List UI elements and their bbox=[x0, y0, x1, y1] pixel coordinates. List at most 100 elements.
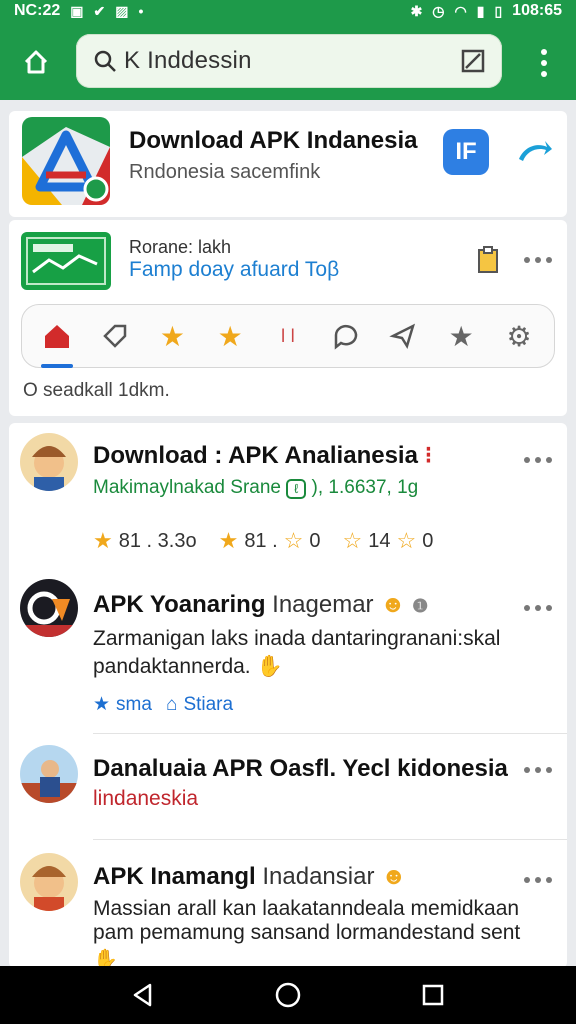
post-body-line: pandaktannerda. ✋ bbox=[93, 655, 283, 678]
tab-send[interactable] bbox=[383, 316, 423, 356]
star-icon: ★ bbox=[93, 528, 113, 553]
search-icon bbox=[94, 50, 116, 72]
post-more-button[interactable] bbox=[524, 875, 552, 885]
star-outline-icon: ☆ bbox=[342, 528, 363, 553]
promo-link[interactable]: Famp doay afuard Toβ bbox=[129, 258, 339, 282]
status-time-right: 108:65 bbox=[512, 2, 562, 19]
divider bbox=[93, 733, 567, 734]
menu-dot-icon bbox=[541, 48, 547, 55]
gear-icon: ⚙ bbox=[506, 320, 532, 352]
star-outline-icon: ☆ bbox=[396, 528, 417, 553]
post-title: APK Inamangl Inadansiar ☻ bbox=[93, 863, 407, 890]
category-icon-bar: ★ ★ ǀ ǀ ★ ⚙ bbox=[21, 304, 555, 368]
hands-icon: ✋ bbox=[256, 655, 283, 678]
tab-divider: ǀ ǀ bbox=[268, 316, 308, 356]
app-logo bbox=[22, 117, 110, 205]
app-card[interactable]: Download APK Indanesia Rndonesia sacemfi… bbox=[9, 111, 567, 217]
share-icon[interactable] bbox=[517, 139, 553, 165]
rating-row: ★ 81 . 3.3o ★ 81 . ☆ 0 ☆ 14 ☆ 0 bbox=[93, 528, 434, 553]
divider bbox=[93, 839, 567, 840]
hands-icon: ✋ bbox=[93, 949, 118, 968]
badge-icon: ℓ bbox=[286, 479, 307, 499]
bluetooth-icon: ✱ bbox=[410, 2, 423, 19]
search-query: K Inddessin bbox=[124, 47, 252, 74]
home-nav-button[interactable] bbox=[268, 975, 308, 1015]
tab-tag[interactable] bbox=[95, 316, 135, 356]
recents-icon bbox=[423, 984, 444, 1006]
list-item[interactable]: APK Inamangl Inadansiar ☻ Massian arall … bbox=[9, 845, 567, 968]
list-item[interactable]: APK Yoanaring Inagemar ☻ ❶ Zarmanigan la… bbox=[9, 573, 567, 734]
post-title: Danaluaia APR Oasfl. Yecl kidonesia bbox=[93, 755, 508, 782]
post-subtitle: lindaneskia bbox=[93, 787, 199, 810]
facebook-button[interactable]: IF bbox=[443, 129, 489, 175]
post-more-button[interactable] bbox=[524, 455, 552, 465]
chat-icon bbox=[334, 324, 357, 350]
promo-card: Rorane: lakh Famp doay afuard Toβ ★ ★ ǀ … bbox=[9, 220, 567, 416]
promo-label: Rorane: lakh bbox=[129, 237, 232, 257]
avatar bbox=[20, 579, 78, 637]
post-body-line: Massian arall kan laakatanndeala memidka… bbox=[93, 897, 520, 920]
signal-icon: ▮ bbox=[476, 2, 485, 19]
tag-item[interactable]: ★ sma bbox=[93, 693, 152, 716]
clear-search-icon[interactable] bbox=[460, 48, 486, 74]
tab-top-rated[interactable]: ★ bbox=[210, 316, 250, 356]
recents-button[interactable] bbox=[413, 975, 453, 1015]
back-icon bbox=[133, 983, 151, 1007]
promo-footer: O seadkall 1dkm. bbox=[23, 380, 170, 401]
tag-icon bbox=[102, 324, 126, 348]
home-icon: ⌂ bbox=[165, 693, 178, 715]
home-icon bbox=[24, 50, 48, 74]
tab-starred[interactable]: ★ bbox=[441, 316, 481, 356]
promo-logo bbox=[21, 232, 111, 290]
post-body-line: Zarmanigan laks inada dantaringranani:sk… bbox=[93, 627, 501, 650]
post-body-line: pam pemamung sansand lormandestand sent bbox=[93, 921, 521, 944]
emoji-icon: ☻ bbox=[380, 591, 406, 618]
alarm-icon: ◷ bbox=[432, 2, 445, 19]
home-icon bbox=[44, 325, 69, 348]
battery-icon: ▯ bbox=[494, 2, 503, 19]
post-more-button[interactable] bbox=[524, 603, 552, 613]
send-icon bbox=[389, 323, 416, 350]
app-bar: K Inddessin bbox=[0, 22, 576, 100]
star-icon: ★ bbox=[93, 694, 111, 715]
clipboard-icon[interactable] bbox=[477, 246, 499, 274]
star-icon: ★ bbox=[218, 528, 239, 553]
post-subtitle: Makimaylnakad Srane ℓ ), 1.6637, 1g bbox=[93, 477, 419, 499]
separator-icon: ǀ ǀ bbox=[280, 325, 296, 346]
tab-settings[interactable]: ⚙ bbox=[499, 316, 539, 356]
menu-dot-icon bbox=[541, 59, 547, 66]
post-title: Download : APK Analianesia ⁝ bbox=[93, 442, 433, 469]
post-more-button[interactable] bbox=[524, 765, 552, 775]
menu-dot-icon bbox=[541, 71, 547, 78]
tag-item[interactable]: ⌂ Stiara bbox=[166, 693, 233, 716]
emoji-icon: ☻ bbox=[381, 863, 407, 890]
app-title: Download APK Indanesia bbox=[129, 127, 418, 154]
home-button[interactable] bbox=[18, 44, 54, 80]
status-bar: NC:22 ▣ ✔ ▨ • ✱ ◷ ◠ ▮ ▯ 108:65 bbox=[0, 0, 576, 22]
search-input[interactable]: K Inddessin bbox=[76, 34, 502, 88]
info-icon: ❶ bbox=[412, 596, 429, 616]
list-item[interactable]: Danaluaia APR Oasfl. Yecl kidonesia lind… bbox=[9, 735, 567, 845]
avatar bbox=[20, 853, 78, 911]
overflow-menu-button[interactable] bbox=[532, 46, 556, 80]
tag-row: ★ sma ⌂ Stiara bbox=[93, 693, 233, 716]
dot-icon: • bbox=[138, 3, 144, 19]
star-icon: ★ bbox=[159, 320, 185, 352]
tab-home[interactable] bbox=[37, 316, 77, 368]
list-item[interactable]: Download : APK Analianesia ⁝ Makimaylnak… bbox=[9, 423, 567, 573]
star-icon: ★ bbox=[217, 320, 243, 352]
tab-chat[interactable] bbox=[326, 316, 366, 356]
app-subtitle: Rndonesia sacemfink bbox=[129, 161, 321, 183]
back-button[interactable] bbox=[123, 975, 163, 1015]
system-nav-bar bbox=[0, 966, 576, 1024]
check-icon: ✔ bbox=[93, 2, 106, 19]
promo-more-button[interactable] bbox=[524, 255, 552, 265]
status-time-left: NC:22 bbox=[14, 2, 61, 19]
tab-favorites[interactable]: ★ bbox=[152, 316, 192, 356]
feed-list: Download : APK Analianesia ⁝ Makimaylnak… bbox=[9, 423, 567, 968]
post-title: APK Yoanaring Inagemar ☻ ❶ bbox=[93, 591, 429, 618]
wifi-icon: ◠ bbox=[454, 2, 467, 19]
avatar bbox=[20, 433, 78, 491]
star-outline-icon: ☆ bbox=[283, 528, 304, 553]
image-icon: ▨ bbox=[115, 2, 129, 19]
